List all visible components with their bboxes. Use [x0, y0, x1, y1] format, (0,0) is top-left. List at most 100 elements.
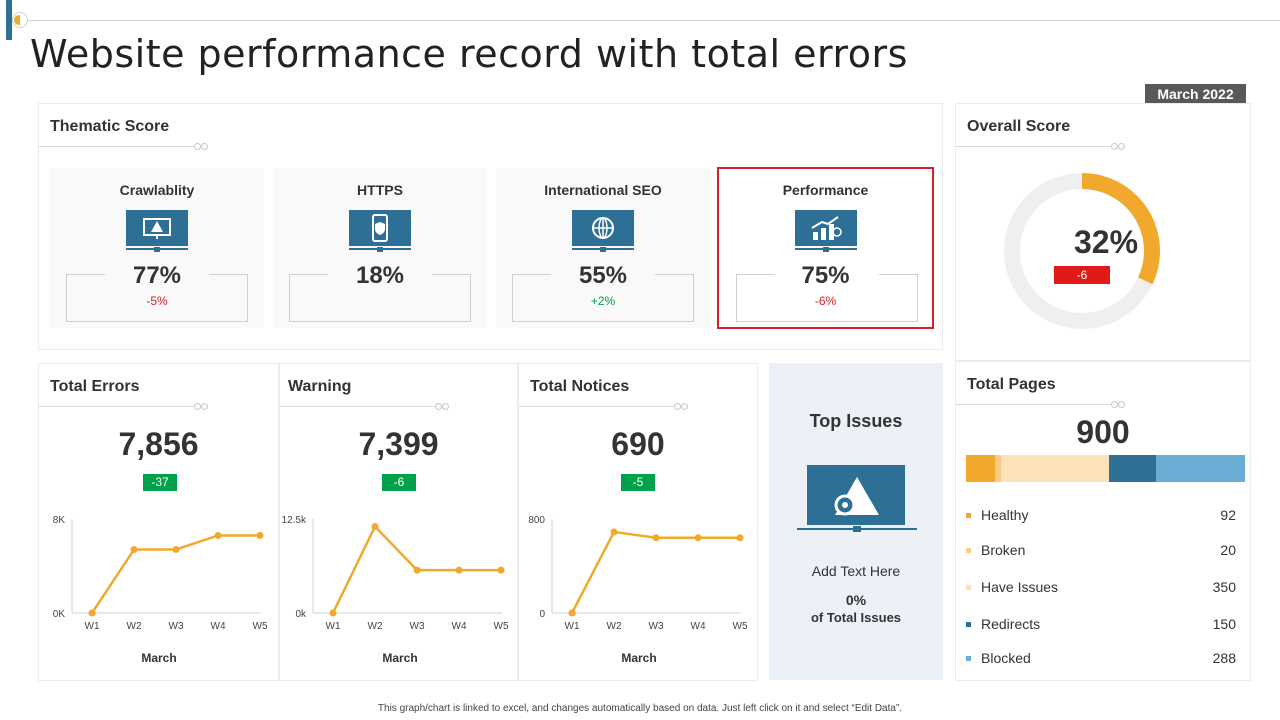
stack-segment-blocked — [1155, 455, 1245, 482]
rule-knob — [1111, 401, 1118, 408]
rule-knob — [1118, 401, 1125, 408]
total-pages-title: Total Pages — [967, 376, 1056, 393]
thematic-score-panel: Thematic Score Crawlablity 77% -5% HTTPS… — [38, 103, 943, 350]
legend-swatch — [966, 513, 971, 518]
card-delta: -6% — [814, 294, 837, 308]
card-name: Crawlablity — [119, 182, 195, 198]
data-point — [497, 566, 505, 574]
title-rule — [956, 143, 1125, 150]
rule-knob — [201, 403, 208, 410]
legend-value: 150 — [1212, 616, 1236, 632]
rule-knob — [194, 403, 201, 410]
x-tick-label: W3 — [649, 621, 664, 632]
card-name: Performance — [782, 182, 869, 198]
alert-gear-monitor-icon — [797, 465, 917, 532]
add-text-placeholder: Add Text Here — [811, 563, 901, 579]
x-axis-label: March — [141, 651, 176, 664]
legend-value: 20 — [1220, 542, 1236, 558]
overall-score-delta: -6 — [1054, 266, 1110, 284]
warning-panel: Warning 7,399 -6 12.5k 0k W1 W2 W3 W4 W5 March — [279, 363, 518, 681]
card-value: 55% — [578, 262, 628, 289]
overall-score-panel: Overall Score 32% -6 — [955, 103, 1251, 361]
rule-knob — [1111, 143, 1118, 150]
issues-percent-caption: of Total Issues — [810, 610, 902, 625]
legend-label: Broken — [981, 542, 1026, 558]
rule-knob — [681, 403, 688, 410]
legend-label: Blocked — [981, 650, 1031, 666]
metric-delta-badge: -37 — [143, 474, 177, 491]
x-tick-label: W3 — [169, 621, 184, 632]
thematic-score-title: Thematic Score — [50, 118, 170, 135]
stack-segment-redirects — [1109, 455, 1156, 482]
card-name: International SEO — [544, 182, 662, 198]
legend-label: Have Issues — [981, 579, 1059, 595]
card-delta: -5% — [146, 294, 168, 308]
total-pages-value: 900 — [1076, 414, 1130, 450]
total-notices-chart: 800 0 W1 W2 W3 W4 W5 March — [528, 515, 748, 664]
data-point — [610, 528, 618, 536]
rule-knob — [1118, 143, 1125, 150]
data-point — [256, 531, 264, 539]
metric-value: 7,399 — [358, 426, 439, 462]
title-rule — [519, 403, 688, 410]
metric-value: 7,856 — [118, 426, 199, 462]
card-value: 75% — [801, 262, 850, 289]
y-tick-label: 12.5k — [282, 515, 307, 526]
x-axis-label: March — [382, 651, 417, 664]
pages-stacked-bar — [966, 455, 1245, 482]
metric-title: Total Notices — [530, 378, 630, 395]
x-tick-label: W2 — [127, 621, 142, 632]
series-line — [570, 530, 740, 614]
x-tick-label: W3 — [410, 621, 425, 632]
x-tick-label: W4 — [452, 621, 467, 632]
header-rule — [16, 20, 1280, 21]
x-tick-label: W1 — [326, 621, 341, 632]
data-point — [568, 609, 576, 617]
date-badge: March 2022 — [1145, 84, 1246, 104]
title-rule — [280, 403, 449, 410]
card-name: HTTPS — [357, 182, 403, 198]
header-dot-icon — [12, 12, 28, 28]
x-tick-label: W5 — [253, 621, 268, 632]
top-issues-title: Top Issues — [809, 411, 903, 431]
x-tick-label: W1 — [85, 621, 100, 632]
data-point — [413, 566, 421, 574]
page-title: Website performance record with total er… — [30, 32, 908, 76]
legend-item-broken: Broken 20 — [966, 542, 1236, 562]
issues-percent: 0% — [845, 592, 867, 608]
x-tick-label: W5 — [494, 621, 509, 632]
y-tick-label: 0K — [53, 609, 66, 620]
legend-value: 288 — [1212, 650, 1236, 666]
title-rule — [39, 143, 208, 150]
data-point — [455, 566, 463, 574]
y-tick-label: 800 — [528, 515, 545, 526]
overall-score-title: Overall Score — [967, 118, 1071, 135]
data-point — [130, 546, 138, 554]
thematic-card-performance[interactable]: Performance 75% -6% — [717, 167, 934, 329]
secure-phone-icon — [349, 210, 411, 252]
total-errors-panel: Total Errors 7,856 -37 8K 0K W1 W2 W3 W4 W5 Mar… — [38, 363, 279, 681]
legend-swatch — [966, 548, 971, 553]
legend-item-blocked: Blocked 288 — [966, 650, 1236, 670]
x-tick-label: W2 — [607, 621, 622, 632]
data-point — [736, 534, 744, 542]
rule-knob — [435, 403, 442, 410]
total-pages-panel: Total Pages 900 Healthy 92 Broken 20 Hav… — [955, 361, 1251, 681]
thematic-card-https[interactable]: HTTPS 18% — [273, 168, 487, 328]
metric-title: Total Errors — [50, 378, 140, 395]
growth-chart-icon — [795, 210, 857, 252]
data-point — [214, 531, 222, 539]
x-tick-label: W4 — [211, 621, 226, 632]
rule-knob — [201, 143, 208, 150]
x-axis-label: March — [621, 651, 656, 664]
data-point — [172, 546, 180, 554]
thematic-card-crawlability[interactable]: Crawlablity 77% -5% — [50, 168, 264, 328]
legend-item-healthy: Healthy 92 — [966, 507, 1236, 527]
metric-title: Warning — [288, 378, 352, 395]
legend-value: 350 — [1212, 579, 1236, 595]
data-point — [652, 534, 660, 542]
y-tick-label: 0 — [539, 609, 545, 620]
thematic-card-international-seo[interactable]: International SEO 55% +2% — [496, 168, 710, 328]
stack-segment-healthy — [966, 455, 995, 482]
legend-value: 92 — [1220, 507, 1236, 523]
